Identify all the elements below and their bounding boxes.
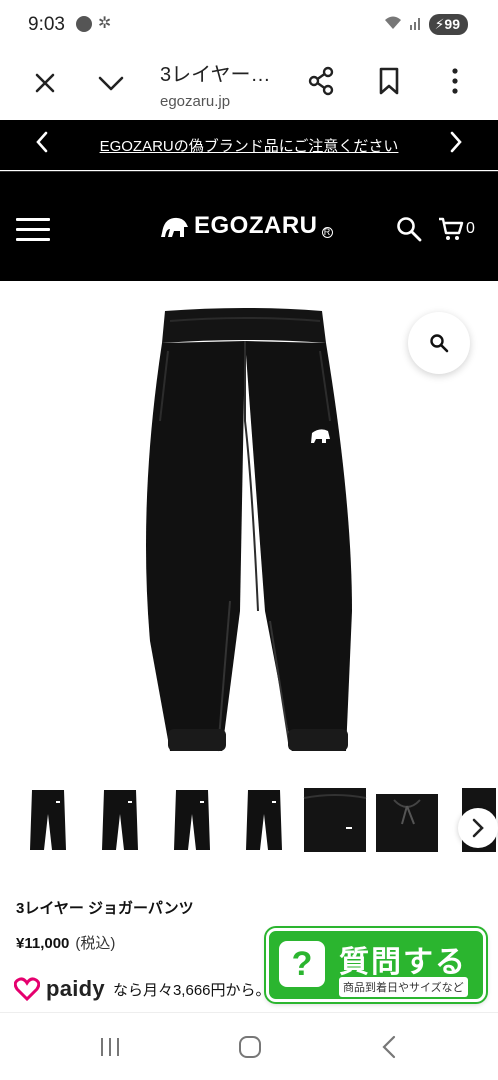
product-main-image[interactable] [0,281,498,771]
site-header: EGOZARU R 0 [0,171,498,281]
notification-icons: ✲ [76,16,111,32]
announcement-bar: EGOZARUの偽ブランド品にご注意ください [0,120,498,170]
status-time: 9:03 [28,14,65,35]
question-mark-icon: ? [279,941,325,987]
back-icon[interactable] [378,1035,402,1059]
ask-question-button[interactable]: ? 質問する 商品到着日やサイズなど [266,928,486,1002]
ask-question-subtitle: 商品到着日やサイズなど [339,977,468,997]
thumbnail-item[interactable] [302,784,368,856]
paidy-installment-text: なら月々3,666円から。 [112,981,271,999]
page-domain: egozaru.jp [160,93,231,110]
announcement-next-icon[interactable] [444,130,468,160]
thumbnail-item[interactable] [234,784,300,856]
pinwheel-icon: ✲ [98,15,112,32]
tax-note: (税込) [75,935,116,952]
wifi-icon [383,15,403,34]
monkey-logo-icon [161,217,188,237]
system-navigation-bar [0,1012,498,1080]
product-name: 3レイヤー ジョガーパンツ [16,900,194,917]
thumbnail-strip [0,784,498,856]
battery-level: 99 [444,16,460,32]
page-title: 3レイヤー… [160,64,271,86]
logo-text: EGOZARU [194,212,318,239]
thumbnail-item[interactable] [162,784,228,856]
thumbnail-item[interactable] [90,784,156,856]
thumbnail-item[interactable] [374,784,440,856]
search-icon[interactable] [396,216,422,242]
paidy-row[interactable]: paidy なら月々3,666円から。 [14,976,271,1002]
home-icon[interactable] [238,1035,262,1059]
system-icons: ⚡99 [383,14,468,35]
paidy-heart-icon [14,977,40,1001]
thumbnail-next-button[interactable] [458,808,498,848]
announcement-link[interactable]: EGOZARUの偽ブランド品にご注意ください [0,135,498,156]
thumbnail-item[interactable] [18,784,84,856]
registered-mark: R [321,226,333,238]
status-bar: 9:03 ✲ ⚡99 [0,0,498,50]
cart-icon[interactable] [438,216,464,242]
cart-count: 0 [466,220,475,237]
close-icon[interactable] [30,68,60,98]
chevron-down-icon[interactable] [96,68,126,98]
page-title-block: 3レイヤー… egozaru.jp [160,58,271,110]
paidy-logo: paidy [46,976,105,1001]
recent-apps-icon[interactable] [98,1035,122,1059]
signal-icon [409,15,423,34]
more-options-icon[interactable] [440,66,470,96]
zoom-button[interactable] [408,312,470,374]
line-app-icon [76,16,92,32]
zoom-search-icon [430,334,449,353]
hamburger-menu-icon[interactable] [16,218,50,241]
product-price: ¥11,000 [16,935,70,952]
battery-indicator: ⚡99 [428,14,468,35]
price-row: ¥11,000 (税込) [16,932,115,953]
browser-toolbar: 3レイヤー… egozaru.jp [0,50,498,120]
ask-question-label: 質問する [339,946,467,979]
share-icon[interactable] [306,66,336,96]
chevron-right-icon [472,818,484,838]
bookmark-icon[interactable] [374,66,404,96]
site-logo[interactable]: EGOZARU R [160,212,333,240]
